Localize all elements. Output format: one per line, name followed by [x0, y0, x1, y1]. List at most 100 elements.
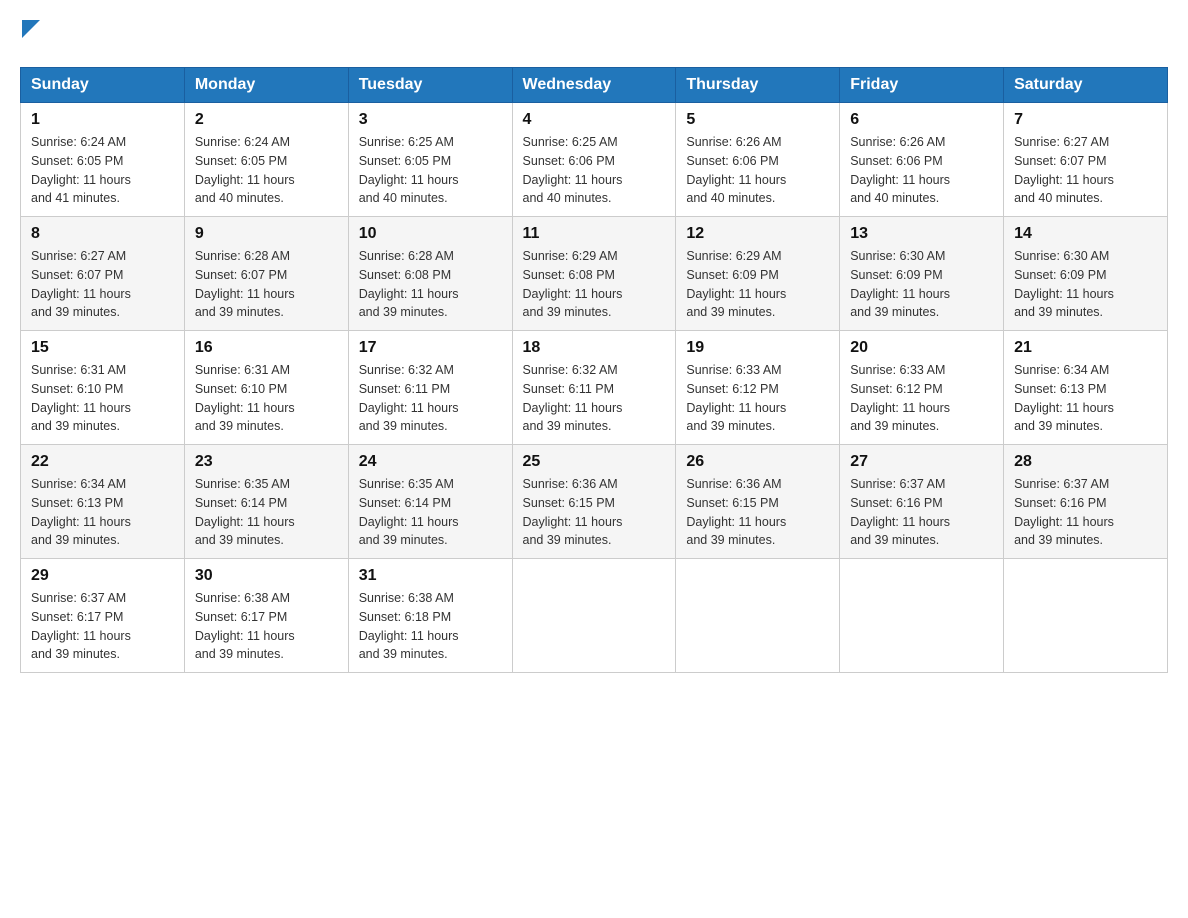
day-number: 2 — [195, 111, 338, 129]
day-info: Sunrise: 6:26 AMSunset: 6:06 PMDaylight:… — [850, 133, 993, 208]
day-info: Sunrise: 6:30 AMSunset: 6:09 PMDaylight:… — [850, 247, 993, 322]
day-info: Sunrise: 6:24 AMSunset: 6:05 PMDaylight:… — [195, 133, 338, 208]
day-info: Sunrise: 6:26 AMSunset: 6:06 PMDaylight:… — [686, 133, 829, 208]
day-cell-2: 2 Sunrise: 6:24 AMSunset: 6:05 PMDaylight… — [184, 103, 348, 217]
logo — [20, 20, 40, 47]
week-row-4: 22 Sunrise: 6:34 AMSunset: 6:13 PMDayligh… — [21, 445, 1168, 559]
day-number: 26 — [686, 453, 829, 471]
day-cell-8: 8 Sunrise: 6:27 AMSunset: 6:07 PMDaylight… — [21, 217, 185, 331]
day-number: 29 — [31, 567, 174, 585]
day-number: 11 — [523, 225, 666, 243]
day-cell-6: 6 Sunrise: 6:26 AMSunset: 6:06 PMDaylight… — [840, 103, 1004, 217]
day-cell-26: 26 Sunrise: 6:36 AMSunset: 6:15 PMDayligh… — [676, 445, 840, 559]
day-info: Sunrise: 6:35 AMSunset: 6:14 PMDaylight:… — [195, 475, 338, 550]
day-info: Sunrise: 6:36 AMSunset: 6:15 PMDaylight:… — [686, 475, 829, 550]
day-cell-19: 19Sunrise: 6:33 AMSunset: 6:12 PMDayligh… — [676, 331, 840, 445]
day-cell-30: 30 Sunrise: 6:38 AMSunset: 6:17 PMDayligh… — [184, 559, 348, 673]
day-number: 25 — [523, 453, 666, 471]
day-info: Sunrise: 6:31 AMSunset: 6:10 PMDaylight:… — [31, 361, 174, 436]
day-info: Sunrise: 6:27 AMSunset: 6:07 PMDaylight:… — [31, 247, 174, 322]
day-cell-28: 28 Sunrise: 6:37 AMSunset: 6:16 PMDayligh… — [1004, 445, 1168, 559]
day-cell-27: 27 Sunrise: 6:37 AMSunset: 6:16 PMDayligh… — [840, 445, 1004, 559]
day-cell-14: 14 Sunrise: 6:30 AMSunset: 6:09 PMDayligh… — [1004, 217, 1168, 331]
day-info: Sunrise: 6:32 AMSunset: 6:11 PMDaylight:… — [359, 361, 502, 436]
day-number: 16 — [195, 339, 338, 357]
day-info: Sunrise: 6:38 AMSunset: 6:17 PMDaylight:… — [195, 589, 338, 664]
day-number: 21 — [1014, 339, 1157, 357]
day-number: 19 — [686, 339, 829, 357]
day-number: 14 — [1014, 225, 1157, 243]
day-number: 3 — [359, 111, 502, 129]
day-number: 18 — [523, 339, 666, 357]
day-number: 8 — [31, 225, 174, 243]
week-row-2: 8 Sunrise: 6:27 AMSunset: 6:07 PMDaylight… — [21, 217, 1168, 331]
day-number: 20 — [850, 339, 993, 357]
day-cell-16: 16 Sunrise: 6:31 AMSunset: 6:10 PMDayligh… — [184, 331, 348, 445]
page-header — [20, 20, 1168, 47]
day-number: 27 — [850, 453, 993, 471]
day-cell-25: 25 Sunrise: 6:36 AMSunset: 6:15 PMDayligh… — [512, 445, 676, 559]
day-number: 10 — [359, 225, 502, 243]
day-cell-23: 23 Sunrise: 6:35 AMSunset: 6:14 PMDayligh… — [184, 445, 348, 559]
day-info: Sunrise: 6:33 AMSunset: 6:12 PMDaylight:… — [850, 361, 993, 436]
weekday-header-wednesday: Wednesday — [512, 68, 676, 103]
day-number: 13 — [850, 225, 993, 243]
day-info: Sunrise: 6:28 AMSunset: 6:08 PMDaylight:… — [359, 247, 502, 322]
day-info: Sunrise: 6:34 AMSunset: 6:13 PMDaylight:… — [31, 475, 174, 550]
day-number: 4 — [523, 111, 666, 129]
calendar-table: SundayMondayTuesdayWednesdayThursdayFrid… — [20, 67, 1168, 673]
day-cell-21: 21Sunrise: 6:34 AMSunset: 6:13 PMDayligh… — [1004, 331, 1168, 445]
day-number: 22 — [31, 453, 174, 471]
day-info: Sunrise: 6:37 AMSunset: 6:17 PMDaylight:… — [31, 589, 174, 664]
day-cell-3: 3 Sunrise: 6:25 AMSunset: 6:05 PMDaylight… — [348, 103, 512, 217]
day-cell-20: 20 Sunrise: 6:33 AMSunset: 6:12 PMDayligh… — [840, 331, 1004, 445]
day-number: 6 — [850, 111, 993, 129]
day-cell-12: 12 Sunrise: 6:29 AMSunset: 6:09 PMDayligh… — [676, 217, 840, 331]
day-info: Sunrise: 6:29 AMSunset: 6:09 PMDaylight:… — [686, 247, 829, 322]
day-cell-18: 18 Sunrise: 6:32 AMSunset: 6:11 PMDayligh… — [512, 331, 676, 445]
day-info: Sunrise: 6:27 AMSunset: 6:07 PMDaylight:… — [1014, 133, 1157, 208]
day-info: Sunrise: 6:25 AMSunset: 6:06 PMDaylight:… — [523, 133, 666, 208]
day-info: Sunrise: 6:24 AMSunset: 6:05 PMDaylight:… — [31, 133, 174, 208]
week-row-5: 29 Sunrise: 6:37 AMSunset: 6:17 PMDayligh… — [21, 559, 1168, 673]
day-cell-13: 13 Sunrise: 6:30 AMSunset: 6:09 PMDayligh… — [840, 217, 1004, 331]
day-cell-22: 22 Sunrise: 6:34 AMSunset: 6:13 PMDayligh… — [21, 445, 185, 559]
day-number: 7 — [1014, 111, 1157, 129]
logo-arrow-icon — [22, 20, 40, 38]
day-info: Sunrise: 6:29 AMSunset: 6:08 PMDaylight:… — [523, 247, 666, 322]
day-info: Sunrise: 6:31 AMSunset: 6:10 PMDaylight:… — [195, 361, 338, 436]
day-cell-31: 31 Sunrise: 6:38 AMSunset: 6:18 PMDayligh… — [348, 559, 512, 673]
day-info: Sunrise: 6:37 AMSunset: 6:16 PMDaylight:… — [850, 475, 993, 550]
day-cell-1: 1 Sunrise: 6:24 AMSunset: 6:05 PMDaylight… — [21, 103, 185, 217]
day-number: 9 — [195, 225, 338, 243]
day-cell-29: 29 Sunrise: 6:37 AMSunset: 6:17 PMDayligh… — [21, 559, 185, 673]
day-cell-9: 9 Sunrise: 6:28 AMSunset: 6:07 PMDaylight… — [184, 217, 348, 331]
day-number: 12 — [686, 225, 829, 243]
week-row-1: 1 Sunrise: 6:24 AMSunset: 6:05 PMDaylight… — [21, 103, 1168, 217]
day-info: Sunrise: 6:30 AMSunset: 6:09 PMDaylight:… — [1014, 247, 1157, 322]
day-number: 17 — [359, 339, 502, 357]
day-number: 24 — [359, 453, 502, 471]
day-info: Sunrise: 6:25 AMSunset: 6:05 PMDaylight:… — [359, 133, 502, 208]
day-info: Sunrise: 6:32 AMSunset: 6:11 PMDaylight:… — [523, 361, 666, 436]
day-info: Sunrise: 6:36 AMSunset: 6:15 PMDaylight:… — [523, 475, 666, 550]
day-number: 5 — [686, 111, 829, 129]
day-info: Sunrise: 6:28 AMSunset: 6:07 PMDaylight:… — [195, 247, 338, 322]
day-number: 28 — [1014, 453, 1157, 471]
empty-cell — [512, 559, 676, 673]
empty-cell — [676, 559, 840, 673]
day-number: 31 — [359, 567, 502, 585]
day-cell-5: 5 Sunrise: 6:26 AMSunset: 6:06 PMDaylight… — [676, 103, 840, 217]
day-number: 30 — [195, 567, 338, 585]
day-info: Sunrise: 6:38 AMSunset: 6:18 PMDaylight:… — [359, 589, 502, 664]
day-number: 1 — [31, 111, 174, 129]
weekday-header-tuesday: Tuesday — [348, 68, 512, 103]
weekday-header-sunday: Sunday — [21, 68, 185, 103]
day-cell-11: 11 Sunrise: 6:29 AMSunset: 6:08 PMDayligh… — [512, 217, 676, 331]
day-cell-4: 4 Sunrise: 6:25 AMSunset: 6:06 PMDaylight… — [512, 103, 676, 217]
weekday-header-row: SundayMondayTuesdayWednesdayThursdayFrid… — [21, 68, 1168, 103]
weekday-header-friday: Friday — [840, 68, 1004, 103]
day-number: 23 — [195, 453, 338, 471]
weekday-header-saturday: Saturday — [1004, 68, 1168, 103]
day-info: Sunrise: 6:37 AMSunset: 6:16 PMDaylight:… — [1014, 475, 1157, 550]
